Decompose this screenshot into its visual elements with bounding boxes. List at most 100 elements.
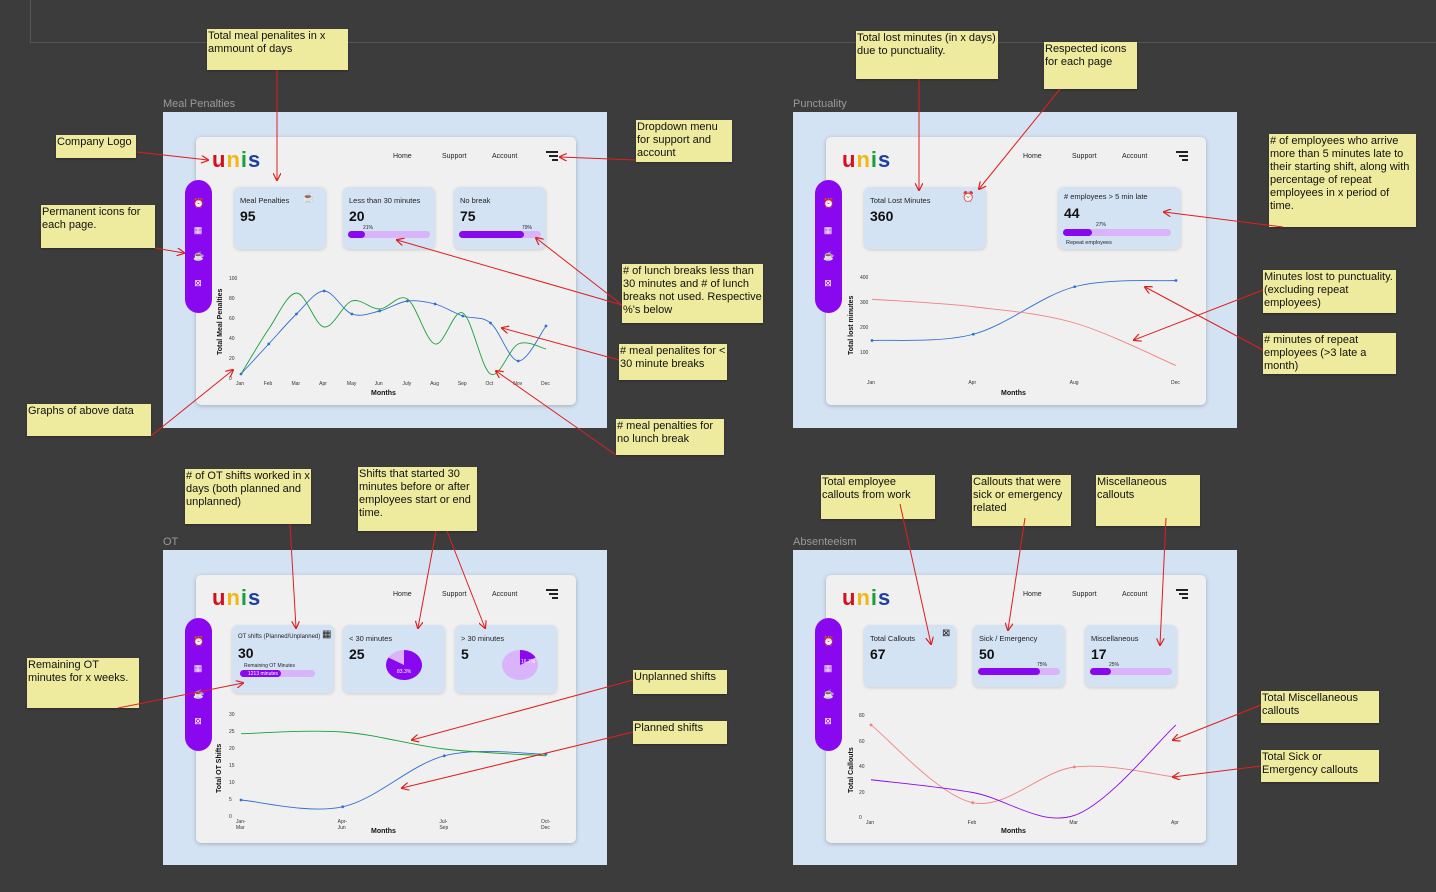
x-tick-label: May [346,381,357,387]
series-line-0 [871,280,1177,341]
annotation-note: Total meal penalites in x ammount of day… [207,29,348,70]
annotation-note: Callouts that were sick or emergency rel… [972,475,1071,526]
x-tick-label: Jul-Sep [439,819,449,831]
annotation-note: Planned shifts [633,721,727,744]
x-tick-label: Apr [1171,820,1179,826]
y-tick-label: 20 [859,789,865,796]
dashboard-card: unis Home Support Account ⏰ ▦ ☕ ⊠ Total … [815,575,1206,843]
y-tick-label: 40 [859,764,865,770]
y-tick-label: 40 [229,336,235,342]
annotation-note: Total Miscellaneous callouts [1261,691,1379,723]
data-point [870,339,874,342]
annotation-note: Total Sick or Emergency callouts [1261,750,1379,782]
chart-svg [239,289,548,376]
series-line-0 [240,290,547,375]
ot-frame: unis Home Support Account ⏰ ▦ ☕ ⊠ OT shi… [163,550,607,865]
y-tick-label: 100 [860,350,869,356]
data-point [971,332,975,336]
x-tick-label: Oct-Dec [541,819,551,831]
y-tick-label: 80 [859,713,865,719]
data-point [1072,765,1076,769]
x-tick-label: Apr-Jun [337,819,348,831]
x-tick-label: Apr [968,380,977,386]
data-point [544,324,548,328]
x-tick-label: Feb [263,381,273,387]
y-tick-label: 0 [229,814,232,820]
series-line-1 [870,724,1177,819]
x-tick-label: Dec [541,381,550,387]
annotation-note: Minutes lost to punctuality. (excluding … [1263,270,1396,313]
chart-svg [870,279,1178,366]
y-tick-label: 20 [229,746,235,752]
data-point [489,321,492,325]
y-tick-label: 0 [859,815,862,821]
x-tick-label: Dec [1171,380,1180,386]
data-point [1174,775,1178,779]
x-tick-label: Jan-Mar [236,819,246,831]
annotation-note: Total employee callouts from work [821,475,935,519]
data-point [322,289,326,293]
chart-svg [239,730,548,810]
y-tick-label: 0 [229,376,232,382]
annotation-note: # of OT shifts worked in x days (both pl… [185,469,311,524]
x-tick-label: Jun [374,381,383,387]
series-line-0 [870,724,1177,804]
annotation-note: Dropdown menu for support and account [636,120,732,162]
data-point [350,312,354,316]
chart-svg [869,723,1178,819]
data-point [341,805,345,809]
data-point [267,342,271,346]
y-tick-label: 80 [229,296,235,302]
annotation-note: Shifts that started 30 minutes before or… [358,467,477,531]
annotation-note: # of lunch breaks less than 30 minutes a… [622,264,763,323]
x-tick-label: Jan [236,381,245,387]
annotation-note: Total lost minutes (in x days) due to pu… [856,31,998,79]
dashboard-card: unis Home Support Account ⏰ ▦ ☕ ⊠ Total … [815,137,1206,405]
y-tick-label: 15 [229,763,235,769]
series-line-0 [240,751,547,810]
data-point [544,752,548,756]
series-line-1 [871,298,1177,366]
y-tick-label: 25 [229,729,235,735]
data-point [971,801,975,805]
x-tick-label: Mar [1069,820,1078,826]
annotation-note: Respected icons for each page [1044,42,1137,89]
x-tick-label: Jan [867,380,876,386]
x-tick-label: Feb [967,820,977,826]
annotation-note: Permanent icons for each page. [41,205,155,248]
annotation-note: Remaining OT minutes for x weeks. [27,658,139,708]
x-tick-label: Sep [457,381,467,387]
y-tick-label: 20 [229,356,235,362]
y-tick-label: 10 [229,780,235,786]
annotation-note: # meal penalites for < 30 minute breaks [619,344,727,380]
x-tick-label: Aug [1069,380,1079,386]
data-point [433,302,437,306]
absenteeism-frame: unis Home Support Account ⏰ ▦ ☕ ⊠ Total … [793,550,1237,865]
annotation-note: # meal penalties for no lunch break [616,419,724,455]
annotation-note: Miscellaneous callouts [1096,475,1200,526]
data-point [869,723,873,727]
dashboard-card: unis Home Support Account ⏰ ▦ ☕ ⊠ Meal P… [185,137,576,405]
annotation-note: # of employees who arrive more than 5 mi… [1269,134,1416,227]
frame-label-meal: Meal Penalties [163,98,236,110]
data-point [239,798,243,802]
dashboard-card: unis Home Support Account ⏰ ▦ ☕ ⊠ OT shi… [185,575,576,843]
x-tick-label: Oct [485,381,494,387]
frame-label-absenteeism: Absenteeism [793,536,857,548]
frame-label-punctuality: Punctuality [793,98,847,110]
frame-label-ot: OT [163,536,179,548]
data-point [1073,285,1077,289]
annotation-note: # minutes of repeat employees (>3 late a… [1263,333,1396,374]
data-point [461,314,465,318]
y-tick-label: 5 [229,797,232,803]
data-point [442,754,446,758]
y-tick-label: 200 [860,325,869,331]
data-point [1174,279,1178,282]
data-point [378,309,382,313]
data-point [295,312,298,316]
x-tick-label: Nov [513,381,523,387]
y-tick-label: 300 [860,300,869,306]
annotation-note: Graphs of above data [27,404,151,436]
punctuality-frame: unis Home Support Account ⏰ ▦ ☕ ⊠ Total … [793,112,1237,428]
x-tick-label: Apr [319,381,327,387]
